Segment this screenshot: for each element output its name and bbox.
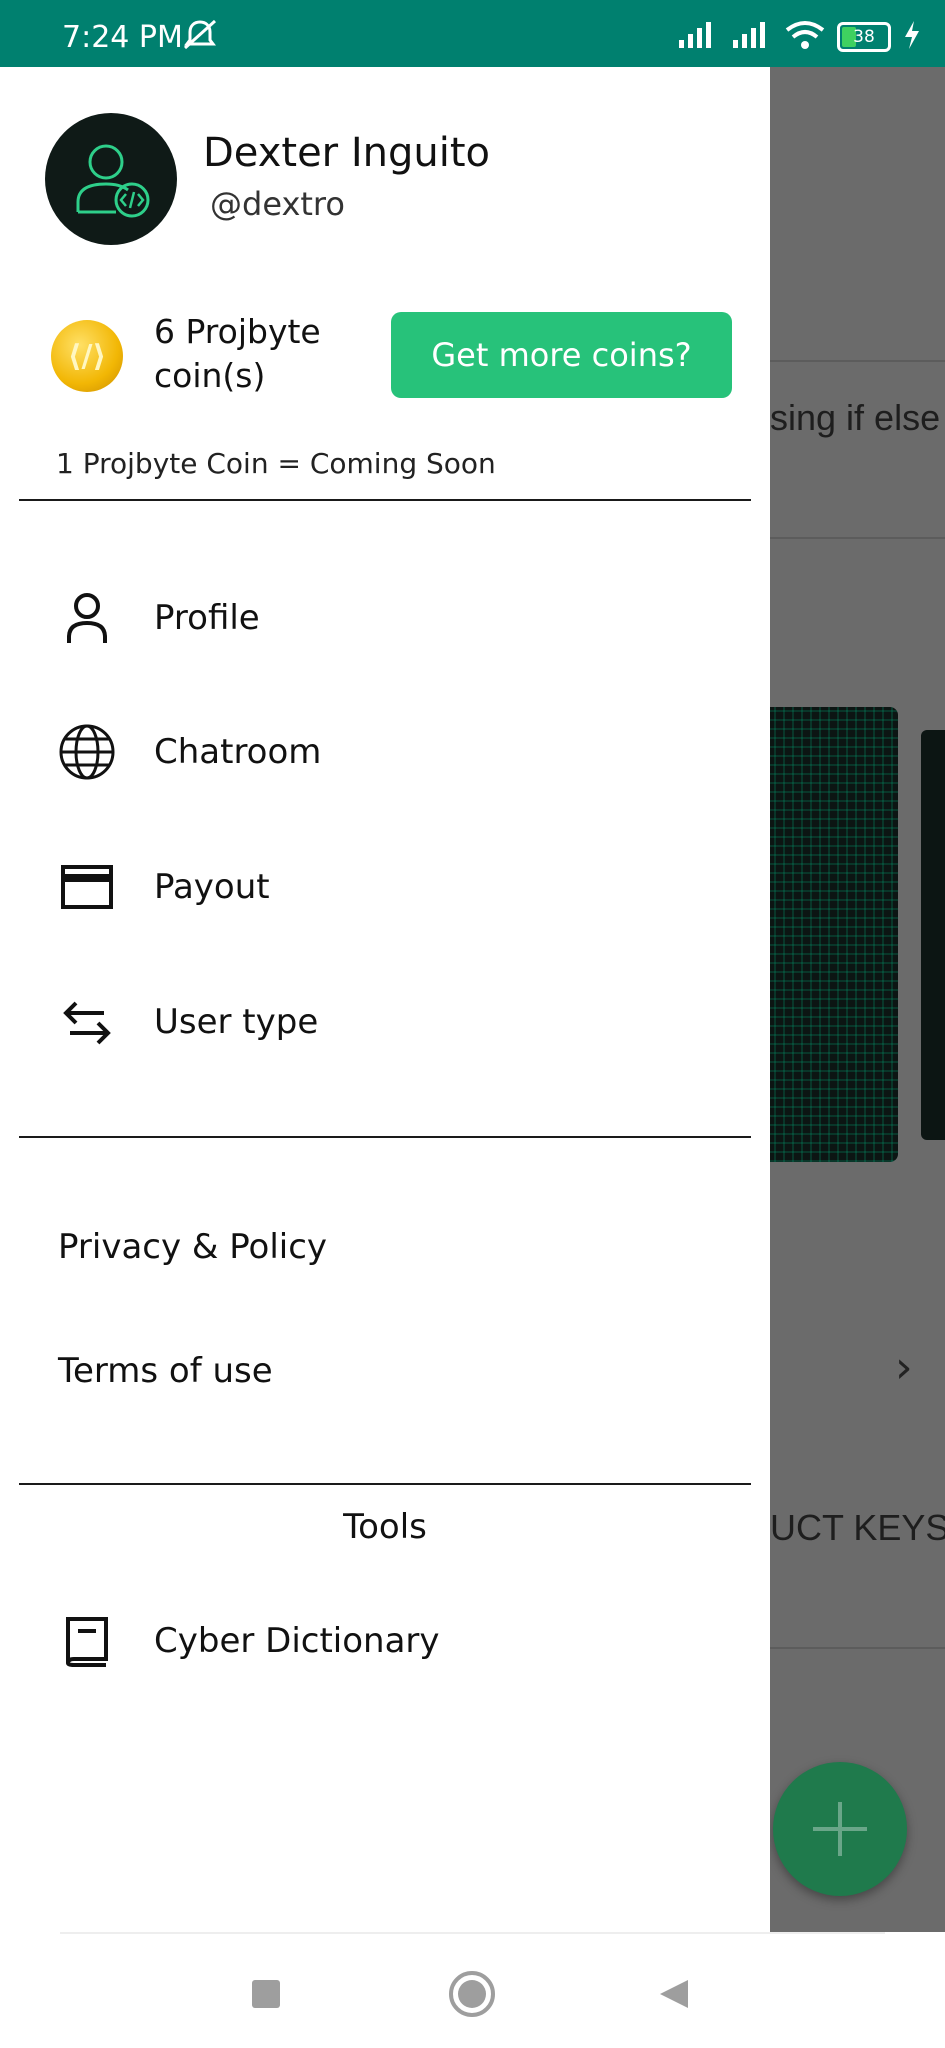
divider	[19, 499, 751, 501]
signal-icon	[677, 20, 719, 54]
muted-bell-icon	[180, 18, 220, 56]
menu-item-label: Chatroom	[154, 732, 322, 772]
status-icons: 38	[677, 20, 921, 54]
signal-icon	[731, 20, 773, 54]
developer-avatar-icon	[76, 144, 150, 218]
system-navigation-bar	[0, 1932, 945, 2048]
tools-section-title: Tools	[343, 1507, 427, 1547]
card-icon	[57, 857, 117, 917]
menu-item-cyber-dictionary[interactable]: Cyber Dictionary	[0, 1591, 770, 1691]
triangle-back-icon	[656, 1976, 692, 2016]
globe-icon	[57, 722, 117, 782]
book-icon	[57, 1611, 117, 1671]
user-handle: @dextro	[210, 185, 345, 223]
menu-item-user-type[interactable]: User type	[0, 972, 770, 1072]
coin-rate-text: 1 Projbyte Coin = Coming Soon	[56, 447, 496, 480]
charging-icon	[903, 21, 921, 53]
privacy-policy-link[interactable]: Privacy & Policy	[58, 1227, 327, 1267]
background-card-image	[921, 730, 945, 1140]
coin-count: 6 Projbyte coin(s)	[154, 312, 321, 395]
menu-item-label: Payout	[154, 867, 270, 907]
menu-item-label: User type	[154, 1002, 319, 1042]
navigation-drawer: Dexter Inguito @dextro ⟨/⟩ 6 Projbyte co…	[0, 67, 770, 1932]
person-icon	[57, 588, 117, 648]
menu-item-label: Profile	[154, 598, 260, 638]
swap-arrows-icon	[57, 992, 117, 1052]
coin-icon: ⟨/⟩	[51, 320, 123, 392]
get-more-coins-button[interactable]: Get more coins?	[391, 312, 732, 398]
menu-item-label: Cyber Dictionary	[154, 1621, 440, 1661]
home-button[interactable]	[442, 1966, 502, 2026]
square-icon	[250, 1978, 282, 2014]
divider	[19, 1483, 751, 1485]
background-snippet-text: sing if else	[770, 397, 941, 438]
terms-of-use-link[interactable]: Terms of use	[58, 1351, 273, 1391]
chevron-right-icon: ›	[895, 1342, 913, 1393]
status-time: 7:24 PM	[62, 20, 183, 55]
recents-button[interactable]	[236, 1966, 296, 2026]
add-fab-button[interactable]	[773, 1762, 907, 1896]
battery-level: 38	[853, 27, 875, 47]
avatar[interactable]	[45, 113, 177, 245]
status-bar: 7:24 PM 38	[0, 0, 945, 67]
menu-item-profile[interactable]: Profile	[0, 568, 770, 668]
circle-home-icon	[447, 1969, 497, 2023]
divider	[19, 1136, 751, 1138]
back-button[interactable]	[644, 1966, 704, 2026]
battery-icon: 38	[837, 22, 891, 52]
wifi-icon	[785, 20, 825, 54]
user-name: Dexter Inguito	[203, 130, 490, 176]
menu-item-payout[interactable]: Payout	[0, 837, 770, 937]
menu-item-chatroom[interactable]: Chatroom	[0, 702, 770, 802]
background-product-keys-text: UCT KEYS	[770, 1507, 945, 1548]
